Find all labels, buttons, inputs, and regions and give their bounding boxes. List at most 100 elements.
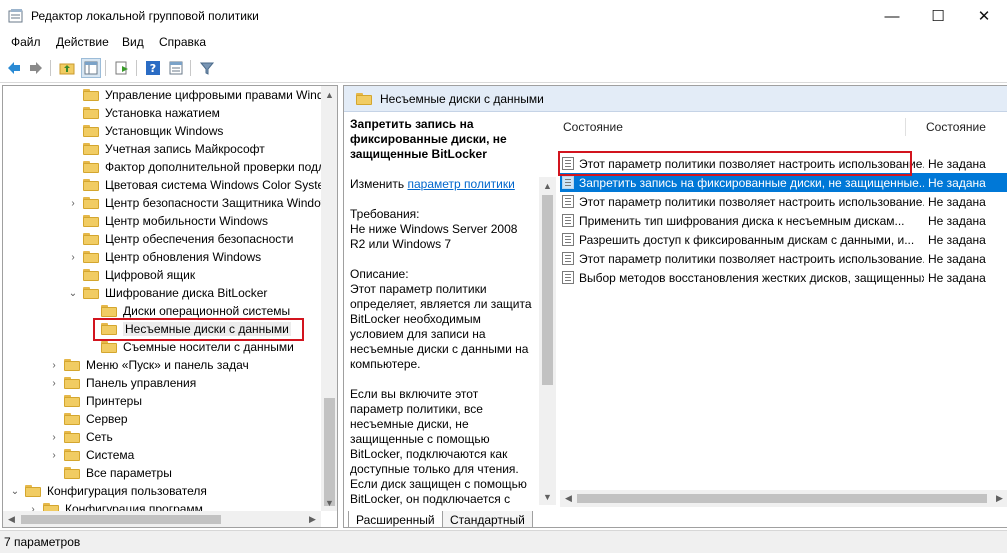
expand-icon[interactable]: ›	[48, 432, 60, 443]
expand-icon[interactable]: ›	[67, 252, 79, 263]
tree-item-label: Система	[86, 448, 135, 462]
tree-item[interactable]: › Сеть	[48, 428, 112, 446]
tree-item[interactable]: Съемные носители с данными	[85, 338, 294, 356]
filter-icon[interactable]	[197, 58, 217, 78]
navigation-tree[interactable]: Управление цифровыми правами Windows Уста…	[2, 85, 338, 528]
tree-item[interactable]: Установщик Windows	[67, 122, 223, 140]
policy-row[interactable]: Этот параметр политики позволяет настрои…	[560, 154, 1007, 173]
menu-action[interactable]: Действие	[56, 35, 109, 49]
tree-item-label: Центр безопасности Защитника Windows	[105, 196, 336, 210]
folder-icon	[83, 233, 99, 245]
menu-bar: Файл Действие Вид Справка	[0, 32, 1007, 54]
minimize-button[interactable]: —	[869, 0, 915, 32]
expand-icon[interactable]: ›	[67, 198, 79, 209]
column-divider[interactable]	[905, 118, 906, 136]
description-scrollbar[interactable]: ▲ ▼	[539, 177, 556, 505]
forward-icon[interactable]	[26, 58, 46, 78]
scroll-right-icon[interactable]: ▶	[304, 511, 321, 527]
tree-item[interactable]: Цветовая система Windows Color System	[67, 176, 334, 194]
folder-icon	[83, 215, 99, 227]
policy-name: Применить тип шифрования диска к несъемн…	[579, 213, 905, 228]
edit-policy-link[interactable]: параметр политики	[407, 177, 514, 191]
policy-row[interactable]: Выбор методов восстановления жестких дис…	[560, 268, 1007, 287]
view-tabs: Расширенный Стандартный	[344, 510, 1007, 527]
column-state-header[interactable]: Состояние	[926, 116, 986, 138]
edit-prefix: Изменить	[350, 177, 405, 191]
tree-vertical-scrollbar[interactable]: ▲ ▼	[321, 86, 337, 511]
tree-item[interactable]: › Меню «Пуск» и панель задач	[48, 356, 248, 374]
tree-item-label: Цветовая система Windows Color System	[105, 178, 335, 192]
tree-item-label: Несъемные диски с данными	[123, 322, 291, 336]
expand-icon[interactable]: ›	[48, 378, 60, 389]
tree-item[interactable]: Несъемные диски с данными	[85, 320, 291, 338]
tree-item[interactable]: Учетная запись Майкрософт	[67, 140, 265, 158]
policy-row[interactable]: Применить тип шифрования диска к несъемн…	[560, 211, 1007, 230]
tree-item[interactable]: Все параметры	[48, 464, 172, 482]
folder-icon	[64, 395, 80, 407]
scroll-left-icon[interactable]: ◀	[560, 490, 577, 507]
scroll-thumb[interactable]	[542, 195, 553, 385]
menu-view[interactable]: Вид	[122, 35, 144, 49]
scroll-down-icon[interactable]: ▼	[539, 488, 556, 505]
toolbar-divider	[0, 82, 1007, 83]
scroll-thumb[interactable]	[577, 494, 987, 503]
scroll-right-icon[interactable]: ▶	[991, 490, 1007, 507]
tree-item[interactable]: Принтеры	[48, 392, 142, 410]
tree-item[interactable]: › Панель управления	[48, 374, 196, 392]
collapse-icon[interactable]: ⌄	[9, 486, 21, 497]
expand-icon[interactable]: ›	[48, 360, 60, 371]
scroll-up-icon[interactable]: ▲	[321, 86, 337, 103]
scroll-up-icon[interactable]: ▲	[539, 177, 556, 194]
policy-state: Не задана	[928, 194, 986, 209]
folder-icon	[83, 161, 99, 173]
window-title: Редактор локальной групповой политики	[31, 9, 259, 23]
tab-extended[interactable]: Расширенный	[348, 511, 443, 527]
expand-icon[interactable]: ›	[48, 450, 60, 461]
tree-item[interactable]: Сервер	[48, 410, 128, 428]
description-text: Этот параметр политики определяет, являе…	[350, 282, 532, 371]
folder-icon	[83, 125, 99, 137]
up-folder-icon[interactable]	[57, 58, 77, 78]
back-icon[interactable]	[4, 58, 24, 78]
scroll-down-icon[interactable]: ▼	[321, 494, 337, 511]
tree-horizontal-scrollbar[interactable]: ◀ ▶	[3, 511, 321, 527]
properties-icon[interactable]	[166, 58, 186, 78]
policy-row[interactable]: Этот параметр политики позволяет настрои…	[560, 249, 1007, 268]
column-setting-header[interactable]: Состояние	[563, 116, 623, 138]
tree-item[interactable]: › Центр обновления Windows	[67, 248, 261, 266]
policy-state: Не задана	[928, 175, 986, 190]
menu-file[interactable]: Файл	[11, 35, 41, 49]
tree-item[interactable]: › Центр безопасности Защитника Windows	[67, 194, 335, 212]
policy-row[interactable]: Разрешить доступ к фиксированным дискам …	[560, 230, 1007, 249]
close-button[interactable]: ✕	[961, 0, 1007, 32]
tree-item[interactable]: Диски операционной системы	[85, 302, 290, 320]
toolbar-separator	[50, 60, 51, 76]
scroll-thumb[interactable]	[21, 515, 221, 524]
export-list-icon[interactable]	[112, 58, 132, 78]
tree-item[interactable]: Центр мобильности Windows	[67, 212, 268, 230]
tree-item[interactable]: ⌄ Конфигурация пользователя	[9, 482, 207, 500]
tree-item[interactable]: Цифровой ящик	[67, 266, 195, 284]
tree-item[interactable]: ⌄ Шифрование диска BitLocker	[67, 284, 268, 302]
description-more: Если вы включите этот параметр политики,…	[350, 387, 527, 506]
scroll-left-icon[interactable]: ◀	[3, 511, 20, 527]
tab-standard[interactable]: Стандартный	[442, 511, 533, 527]
maximize-button[interactable]: ☐	[915, 0, 961, 32]
scroll-thumb[interactable]	[324, 398, 335, 506]
tree-item[interactable]: › Система	[48, 446, 134, 464]
tree-item[interactable]: Управление цифровыми правами Windows	[67, 86, 337, 104]
edit-policy-line: Изменить параметр политики	[350, 177, 534, 192]
policy-setting-icon	[562, 157, 575, 170]
menu-help[interactable]: Справка	[159, 35, 206, 49]
tree-item[interactable]: Фактор дополнительной проверки подлиннос…	[67, 158, 337, 176]
tree-item[interactable]: Установка нажатием	[67, 104, 220, 122]
policy-row[interactable]: Запретить запись на фиксированные диски,…	[560, 173, 1007, 192]
show-hide-tree-icon[interactable]	[81, 58, 101, 78]
tree-item[interactable]: Центр обеспечения безопасности	[67, 230, 294, 248]
folder-icon	[64, 359, 80, 371]
list-horizontal-scrollbar[interactable]: ◀ ▶	[560, 490, 1007, 507]
policy-row[interactable]: Этот параметр политики позволяет настрои…	[560, 192, 1007, 211]
help-icon[interactable]: ?	[143, 58, 163, 78]
collapse-icon[interactable]: ⌄	[67, 288, 79, 299]
description-panel: Запретить запись на фиксированные диски,…	[350, 117, 534, 522]
